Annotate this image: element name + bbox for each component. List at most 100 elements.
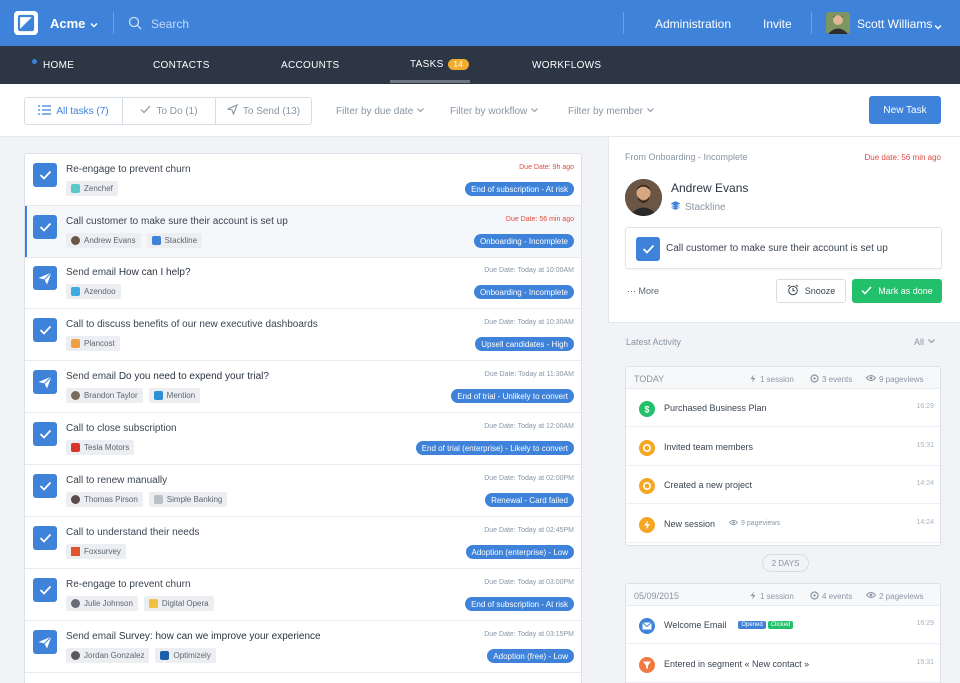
snooze-button[interactable]: Snooze [776, 279, 846, 303]
workflow-badge[interactable]: Adoption (enterprise) - Low [465, 545, 574, 559]
tab-all-tasks[interactable]: All tasks (7) [25, 98, 122, 124]
unread-dot [32, 59, 37, 64]
tab-to-do[interactable]: To Do (1) [122, 98, 215, 124]
nav-workflows[interactable]: WORKFLOWS [532, 60, 601, 71]
company-tag[interactable]: Digital Opera [143, 596, 214, 611]
contact-tag[interactable]: Thomas Pirson [66, 492, 143, 507]
activity-item[interactable]: Invited team members 15:31 [626, 428, 940, 466]
contact-tag[interactable]: Brandon Taylor [66, 388, 143, 403]
task-title[interactable]: Call to discuss benefits of our new exec… [66, 319, 318, 330]
task-row[interactable]: Send email How can I help? Azendoo Due Dat… [25, 257, 581, 309]
company-link[interactable]: Stackline [670, 201, 726, 213]
workflow-badge[interactable]: Onboarding - Incomplete [473, 234, 574, 248]
event-count-label: 3 events [822, 375, 853, 384]
administration-link[interactable]: Administration [655, 17, 731, 31]
task-row[interactable]: Send email Do you need to expend your tr… [25, 361, 581, 413]
task-tags: Foxsurvey [66, 544, 126, 559]
send-email-icon[interactable] [33, 266, 57, 290]
task-row[interactable]: Call customer to make sure their account… [25, 206, 581, 258]
company-tag[interactable]: Stackline [146, 233, 203, 248]
task-row[interactable]: Re-engage to prevent churn Julie Johnson D… [25, 569, 581, 621]
activity-item[interactable]: Created a new project 14:24 [626, 466, 940, 504]
workflow-badge[interactable]: Renewal - Card failed [485, 493, 574, 507]
task-title[interactable]: Re-engage to prevent churn [66, 579, 191, 590]
task-row[interactable]: Call to close subscription Tesla Motors Du… [25, 413, 581, 465]
company-tag[interactable]: Foxsurvey [66, 544, 126, 559]
send-email-icon[interactable] [33, 370, 57, 394]
checkbox-icon[interactable] [33, 318, 57, 342]
send-email-icon[interactable] [33, 630, 57, 654]
company-tag[interactable]: Plancost [66, 336, 120, 351]
task-title[interactable]: Call to renew manually [66, 475, 167, 486]
activity-item[interactable]: New session 9 pageviews 14:24 [626, 505, 940, 543]
checkbox-icon[interactable] [33, 422, 57, 446]
invite-link[interactable]: Invite [763, 17, 792, 31]
activity-time: 16:29 [916, 403, 934, 410]
task-title[interactable]: Send email Do you need to expend your tr… [66, 371, 269, 382]
workflow-badge[interactable]: End of subscription - At risk [465, 597, 574, 611]
task-title[interactable]: Call to understand their needs [66, 527, 199, 538]
due-date: Due Date: Today at 12:00AM [484, 423, 574, 430]
email-subject: How can I help? [118, 267, 191, 278]
avatar[interactable] [625, 179, 662, 216]
company-tag[interactable]: Simple Banking [148, 492, 228, 507]
checkbox-icon[interactable] [33, 163, 57, 187]
activity-item[interactable]: $ Purchased Business Plan 16:29 [626, 389, 940, 427]
task-row[interactable]: Re-engage to prevent churn Zenchef Due Dat… [25, 154, 581, 206]
company-tag[interactable]: Mention [148, 388, 201, 403]
company-tag[interactable]: Tesla Motors [66, 440, 135, 455]
workflow-badge[interactable]: End of trial (enterprise) - Likely to co… [415, 441, 574, 455]
task-title[interactable]: Send email Survey: how can we improve yo… [66, 631, 321, 642]
activity-item[interactable]: Entered in segment « New contact » 15:31 [626, 645, 940, 683]
acme-logo-icon[interactable] [14, 11, 38, 35]
more-button[interactable]: ⋯ More [627, 286, 659, 297]
task-row[interactable]: Call to renew manually Thomas Pirson Simpl… [25, 465, 581, 517]
contact-tag[interactable]: Jordan Gonzalez [66, 648, 150, 663]
task-row[interactable]: Call to discuss benefits of our new exec… [25, 309, 581, 361]
user-avatar[interactable] [826, 12, 850, 34]
workflow-badge[interactable]: Onboarding - Incomplete [473, 285, 574, 299]
contact-tag[interactable]: Julie Johnson [66, 596, 138, 611]
task-title[interactable]: Send email How can I help? [66, 267, 191, 278]
mark-as-done-button[interactable]: Mark as done [852, 279, 942, 303]
checkbox-icon[interactable] [33, 578, 57, 602]
contact-tag[interactable]: Andrew Evans [66, 233, 141, 248]
company-tag[interactable]: Zenchef [66, 181, 118, 196]
member-filter[interactable]: Filter by member [568, 106, 655, 117]
checkbox-icon[interactable] [33, 474, 57, 498]
chevron-down-icon[interactable] [89, 17, 99, 35]
workflow-badge[interactable]: Adoption (free) - Low [487, 649, 574, 663]
tab-to-send[interactable]: To Send (13) [215, 98, 311, 124]
activity-filter[interactable]: All [914, 337, 936, 347]
tag-label: Optimizely [173, 651, 211, 660]
contact-name[interactable]: Andrew Evans [671, 181, 748, 195]
nav-home[interactable]: HOME [43, 60, 74, 71]
workflow-filter[interactable]: Filter by workflow [450, 106, 539, 117]
workflow-badge[interactable]: End of trial - Unlikely to convert [451, 389, 574, 403]
nav-accounts[interactable]: ACCOUNTS [281, 60, 340, 71]
task-title[interactable]: Call to close subscription [66, 423, 177, 434]
checkbox-icon[interactable] [33, 215, 57, 239]
activity-item[interactable]: Welcome Email Opened Clicked 16:29 [626, 606, 940, 644]
task-row[interactable]: Send email Survey: how can we improve yo… [25, 621, 581, 673]
nav-contacts[interactable]: CONTACTS [153, 60, 210, 71]
simple-banking-logo-icon [153, 495, 163, 504]
activity-label: Purchased Business Plan [664, 403, 767, 413]
workflow-badge[interactable]: End of subscription - At risk [465, 182, 574, 196]
task-title[interactable]: Call customer to make sure their account… [66, 216, 288, 227]
activity-text: Welcome Email Opened Clicked [664, 620, 794, 630]
company-tag[interactable]: Azendoo [66, 284, 121, 299]
nav-tasks[interactable]: TASKS 14 [410, 59, 470, 70]
user-name[interactable]: Scott Williams [857, 17, 932, 31]
company-tag[interactable]: Optimizely [155, 648, 216, 663]
chevron-down-icon[interactable] [933, 19, 943, 37]
search-input[interactable] [151, 15, 301, 33]
task-title[interactable]: Re-engage to prevent churn [66, 164, 191, 175]
workspace-name[interactable]: Acme [50, 16, 85, 31]
new-task-button[interactable]: New Task [869, 96, 941, 124]
task-row[interactable]: Call to understand their needs Foxsurvey D… [25, 517, 581, 569]
checkbox-icon[interactable] [636, 237, 660, 261]
checkbox-icon[interactable] [33, 526, 57, 550]
workflow-badge[interactable]: Upsell candidates - High [475, 337, 574, 351]
due-date-filter[interactable]: Filter by due date [336, 106, 425, 117]
